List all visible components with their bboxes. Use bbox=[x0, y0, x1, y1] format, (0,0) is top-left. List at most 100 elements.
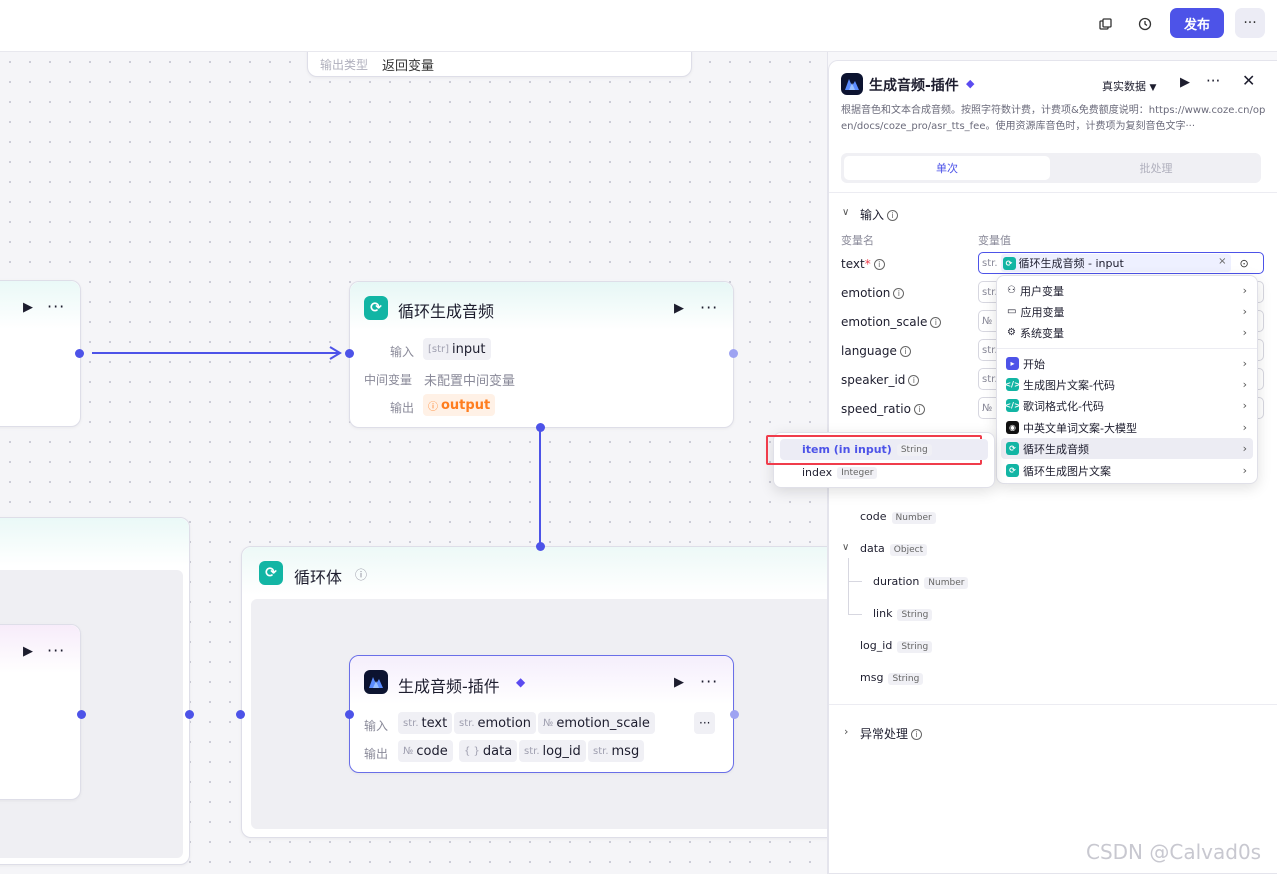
submenu-item-index[interactable]: index Integer bbox=[780, 462, 988, 483]
watermark: CSDN @Calvad0s bbox=[1086, 840, 1262, 864]
input-label: 输入 bbox=[390, 345, 415, 359]
info-icon: i bbox=[893, 288, 905, 299]
exception-section-title[interactable]: 异常处理 i bbox=[860, 725, 923, 742]
chevron-down-icon[interactable]: ∨ bbox=[842, 207, 849, 218]
chevron-right-icon: › bbox=[1242, 284, 1247, 297]
output-port[interactable] bbox=[730, 710, 739, 719]
history-icon[interactable] bbox=[1130, 10, 1160, 38]
type-tag: String bbox=[896, 443, 932, 456]
run-icon[interactable]: ▶ bbox=[1180, 75, 1190, 90]
menu-item-app-variables[interactable]: ▭ 应用变量 › bbox=[1001, 301, 1253, 322]
output-type-value: 返回变量 bbox=[382, 59, 435, 74]
text-value-input[interactable]: str. ⟳ 循环生成音频 - input × ⊙ bbox=[978, 252, 1264, 274]
loop-port[interactable] bbox=[536, 542, 545, 551]
more-icon[interactable]: ··· bbox=[700, 298, 718, 317]
output-port[interactable] bbox=[729, 349, 738, 358]
type-tag: Integer bbox=[837, 466, 878, 479]
menu-item-image-copy-code[interactable]: </> 生成图片文案-代码 › bbox=[1001, 374, 1253, 395]
workflow-canvas[interactable]: 输出类型 返回变量 ▶ ··· ⟳ 循环生成音频 ▶ ··· 输入 [str] … bbox=[0, 52, 827, 874]
divider bbox=[829, 192, 1277, 193]
input-section-title[interactable]: 输入 i bbox=[860, 206, 899, 223]
menu-label: 生成图片文案-代码 bbox=[1023, 378, 1115, 392]
output-label: 输出 bbox=[364, 747, 389, 761]
menu-item-loop-audio[interactable]: ⟳ 循环生成音频 › bbox=[1001, 438, 1253, 459]
field-name-emotion: emotion i bbox=[841, 286, 905, 300]
input-chip: str. text bbox=[398, 712, 453, 734]
tab-batch[interactable]: 批处理 bbox=[1053, 156, 1259, 180]
plugin-node[interactable]: 生成音频-插件 ◆ ▶ ··· 输入 str. text str. emotion … bbox=[349, 655, 734, 773]
chip-value: emotion bbox=[477, 715, 532, 731]
loop-variable-submenu: item (in input) String index Integer bbox=[766, 432, 995, 488]
field-label: language bbox=[841, 344, 897, 358]
loop-port[interactable] bbox=[536, 423, 545, 432]
field-label: emotion bbox=[841, 286, 891, 300]
output-name: code bbox=[860, 510, 887, 523]
menu-item-loop-image-copy[interactable]: ⟳ 循环生成图片文案 › bbox=[1001, 460, 1253, 481]
info-icon[interactable]: ⓘ bbox=[355, 566, 367, 583]
info-icon: i bbox=[887, 210, 899, 221]
tree-line bbox=[848, 614, 862, 615]
input-port[interactable] bbox=[345, 349, 354, 358]
submenu-item-item[interactable]: item (in input) String bbox=[780, 439, 988, 460]
input-port[interactable] bbox=[345, 710, 354, 719]
menu-item-start[interactable]: ▸ 开始 › bbox=[1001, 353, 1253, 374]
chevron-down-icon[interactable]: ∨ bbox=[842, 542, 849, 553]
output-port[interactable] bbox=[185, 710, 194, 719]
menu-label: 用户变量 bbox=[1019, 284, 1064, 298]
menu-item-lyrics-format-code[interactable]: </> 歌词格式化-代码 › bbox=[1001, 395, 1253, 416]
chevron-right-icon[interactable]: › bbox=[844, 725, 848, 738]
menu-label: 循环生成图片文案 bbox=[1023, 464, 1111, 478]
plugin-logo-icon bbox=[841, 73, 863, 95]
output-field-log-id: log_id String bbox=[860, 639, 933, 653]
field-name-speed-ratio: speed_ratio i bbox=[841, 402, 925, 416]
more-icon[interactable]: ··· bbox=[1206, 72, 1220, 90]
clear-icon[interactable]: × bbox=[1218, 256, 1226, 267]
more-icon[interactable]: ··· bbox=[700, 672, 718, 691]
chevron-right-icon: › bbox=[1242, 399, 1247, 412]
publish-button[interactable]: 发布 bbox=[1170, 8, 1224, 38]
col-value-header: 变量值 bbox=[978, 234, 1011, 247]
tab-single[interactable]: 单次 bbox=[844, 156, 1050, 180]
type-tag: str. bbox=[982, 257, 998, 269]
type-tag: str. bbox=[524, 745, 540, 757]
section-label: 异常处理 bbox=[860, 727, 909, 741]
input-port[interactable] bbox=[236, 710, 245, 719]
more-inputs-chip[interactable]: ··· bbox=[694, 712, 716, 734]
end-node[interactable]: 输出类型 返回变量 bbox=[307, 52, 692, 77]
run-icon[interactable]: ▶ bbox=[674, 301, 684, 316]
output-port[interactable] bbox=[75, 349, 84, 358]
loop-node[interactable]: ⟳ 循环生成音频 ▶ ··· 输入 [str] input 中间变量 未配置中间… bbox=[349, 281, 734, 428]
variable-picker-icon[interactable]: ⊙ bbox=[1240, 257, 1249, 270]
output-chip: str. log_id bbox=[519, 740, 586, 762]
menu-item-user-variables[interactable]: ⚇ 用户变量 › bbox=[1001, 280, 1253, 301]
more-button[interactable]: ··· bbox=[1235, 8, 1265, 38]
more-icon[interactable]: ··· bbox=[47, 641, 65, 660]
section-label: 输入 bbox=[860, 208, 885, 222]
run-icon[interactable]: ▶ bbox=[674, 675, 684, 690]
data-mode-select[interactable]: 真实数据 ▼ bbox=[1102, 78, 1156, 94]
copy-icon[interactable] bbox=[1090, 10, 1120, 38]
output-label: 输出 bbox=[390, 401, 415, 415]
loop-body-title: 循环体 bbox=[294, 568, 343, 587]
output-port[interactable] bbox=[77, 710, 86, 719]
type-tag: String bbox=[888, 673, 924, 685]
selected-variable-chip[interactable]: ⟳ 循环生成音频 - input × bbox=[1000, 254, 1231, 272]
output-type-label: 输出类型 bbox=[320, 58, 369, 72]
run-icon[interactable]: ▶ bbox=[23, 644, 33, 659]
input-chip: [str] input bbox=[423, 338, 491, 360]
input-chip: str. emotion bbox=[454, 712, 537, 734]
run-icon[interactable]: ▶ bbox=[23, 300, 33, 315]
left-node-bottom[interactable]: ▶ ··· bbox=[0, 624, 81, 800]
user-icon: ⚇ bbox=[1007, 285, 1016, 296]
close-icon[interactable]: ✕ bbox=[1242, 71, 1255, 90]
type-tag: № bbox=[982, 402, 993, 414]
type-tag: № bbox=[982, 315, 993, 327]
divider bbox=[829, 704, 1277, 705]
plugin-logo-icon bbox=[364, 670, 388, 694]
menu-item-llm[interactable]: ◉ 中英文单词文案-大模型 › bbox=[1001, 417, 1253, 438]
chip-value: data bbox=[482, 743, 513, 759]
left-node-top[interactable]: ▶ ··· bbox=[0, 280, 81, 427]
type-tag: String bbox=[897, 641, 933, 653]
more-icon[interactable]: ··· bbox=[47, 297, 65, 316]
menu-item-system-variables[interactable]: ⚙ 系统变量 › bbox=[1001, 322, 1253, 343]
